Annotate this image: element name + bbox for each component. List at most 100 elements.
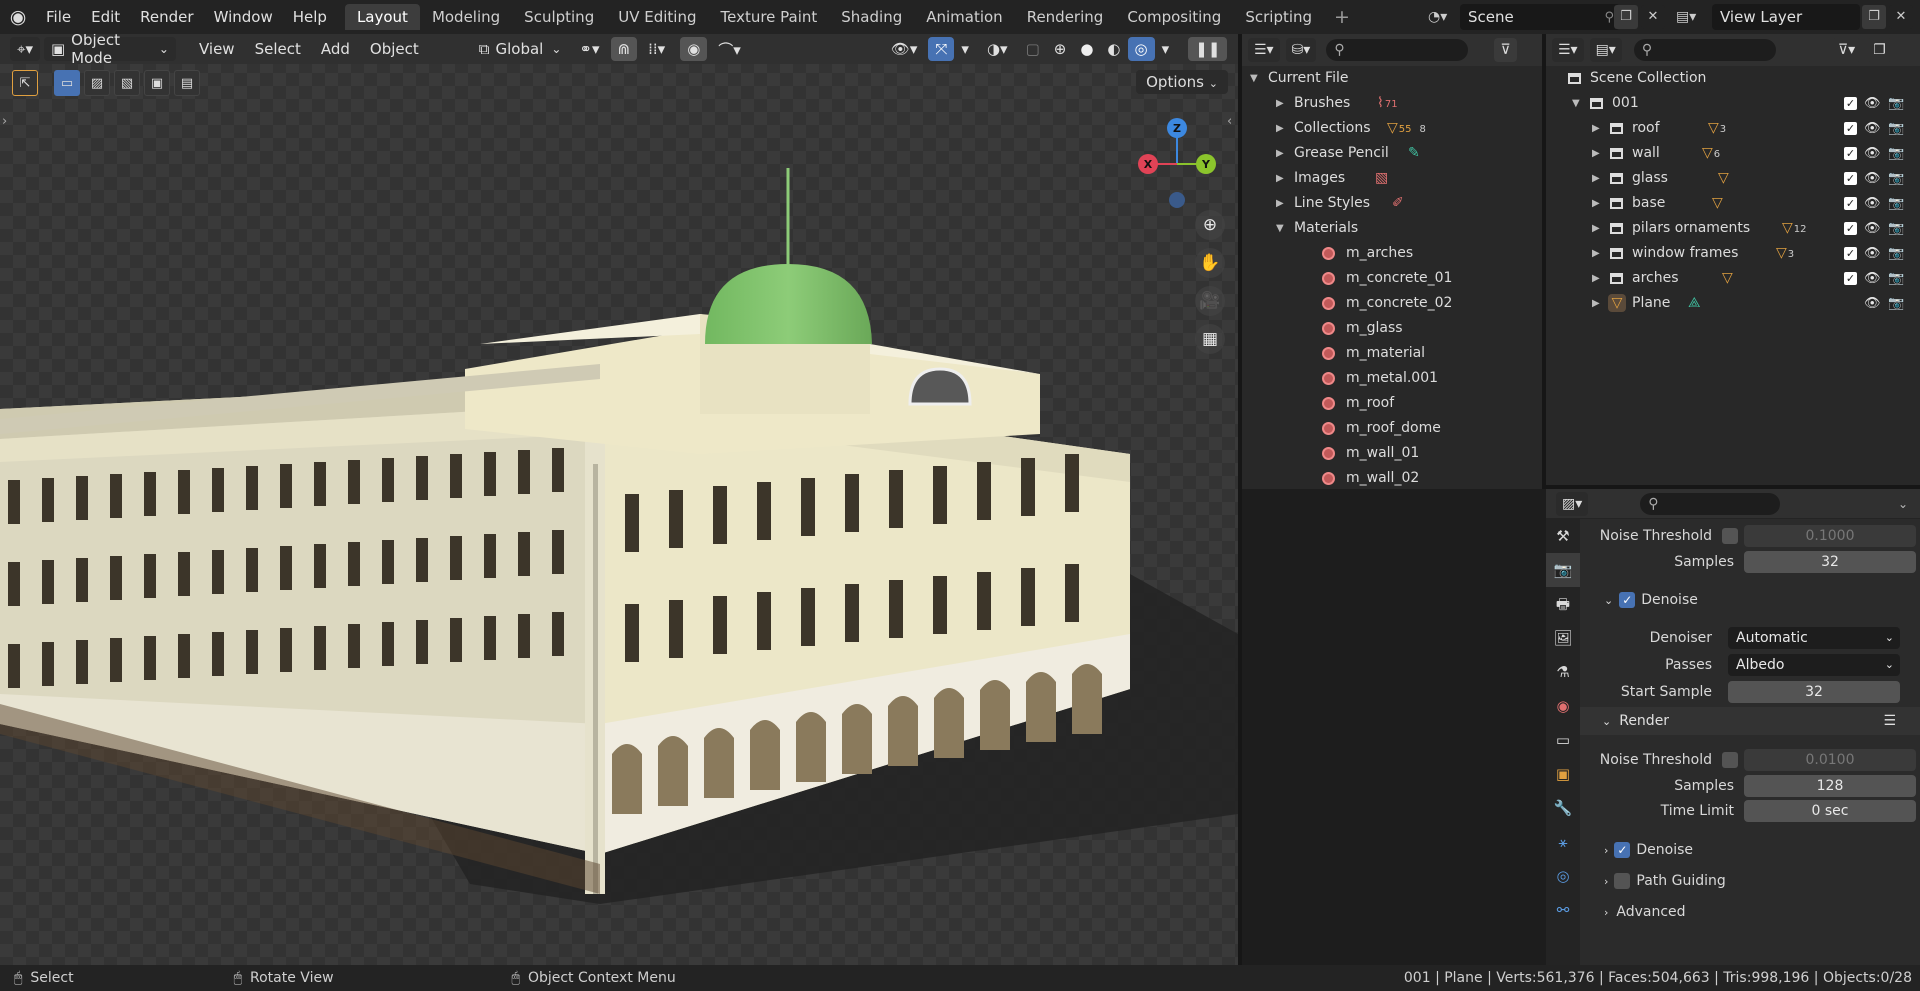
viewport-menu-select[interactable]: Select	[248, 37, 308, 61]
render-noise-threshold-checkbox[interactable]	[1722, 752, 1738, 768]
display-mode-icon[interactable]: ▤▾	[1589, 38, 1622, 62]
display-mode-icon[interactable]: ⛁▾	[1285, 38, 1317, 62]
denoiser-select[interactable]: Automatic ⌄	[1728, 627, 1900, 649]
collection-window-frames[interactable]: ▶ window frames ▽3 ✓ 👁 📷	[1546, 241, 1920, 266]
tab-layout[interactable]: Layout	[344, 4, 420, 30]
datablock-collections[interactable]: ▶ Collections ▽55 8	[1242, 116, 1546, 141]
add-workspace-icon[interactable]: +	[1324, 6, 1360, 28]
material-item[interactable]: m_wall_01	[1242, 441, 1546, 466]
tab-modeling[interactable]: Modeling	[420, 4, 512, 30]
solid-shading-icon[interactable]: ●	[1073, 37, 1100, 61]
options-dropdown[interactable]: Options ⌄	[1136, 70, 1228, 94]
camera-icon[interactable]: 📷	[1888, 91, 1904, 116]
camera-icon[interactable]: 📷	[1888, 241, 1904, 266]
search-input[interactable]: ⚲	[1326, 39, 1469, 61]
camera-icon[interactable]: 📷	[1888, 216, 1904, 241]
select-new-icon[interactable]: ▭	[54, 70, 80, 96]
passes-select[interactable]: Albedo ⌄	[1728, 654, 1900, 676]
visibility-icon[interactable]: 👁▾	[884, 37, 925, 61]
scene-tab-icon[interactable]: ⚗	[1546, 655, 1580, 689]
exclude-checkbox[interactable]: ✓	[1844, 172, 1857, 185]
overlay-icon[interactable]: ◑▾	[980, 37, 1015, 61]
menu-window[interactable]: Window	[204, 0, 283, 34]
select-extend-icon[interactable]: ▨	[84, 70, 110, 96]
new-collection-icon[interactable]: ❐	[1867, 38, 1892, 62]
constraints-tab-icon[interactable]: ⚯	[1546, 893, 1580, 927]
snap-icon[interactable]: ⋒	[610, 37, 638, 61]
tab-sculpting[interactable]: Sculpting	[512, 4, 606, 30]
camera-icon[interactable]: 📷	[1888, 266, 1904, 291]
material-item[interactable]: m_metal.001	[1242, 366, 1546, 391]
delete-scene-icon[interactable]: ✕	[1641, 5, 1665, 29]
path-guiding-subpanel-header[interactable]: › Path Guiding	[1580, 868, 1920, 894]
expand-right-icon[interactable]: ▶	[1592, 216, 1600, 241]
material-item[interactable]: m_wall_02	[1242, 466, 1546, 489]
tab-animation[interactable]: Animation	[914, 4, 1014, 30]
list-icon[interactable]: ☰	[1883, 713, 1896, 729]
select-intersect-icon[interactable]: ▤	[174, 70, 200, 96]
perspective-grid-icon[interactable]: ▦	[1195, 324, 1225, 354]
tab-scripting[interactable]: Scripting	[1233, 4, 1324, 30]
noise-threshold-field[interactable]: 0.1000	[1744, 525, 1916, 547]
orientation-selector[interactable]: ⧉ Global ⌄	[472, 37, 569, 61]
camera-icon[interactable]: 📷	[1888, 141, 1904, 166]
eye-icon[interactable]: 👁	[1864, 266, 1881, 291]
collection-roof[interactable]: ▶ roof ▽3 ✓ 👁 📷	[1546, 116, 1920, 141]
start-sample-field[interactable]: 32	[1728, 681, 1900, 703]
tab-uv-editing[interactable]: UV Editing	[606, 4, 708, 30]
editor-type-icon[interactable]: ⌖▾	[10, 37, 40, 61]
camera-icon[interactable]: 📷	[1888, 291, 1904, 316]
menu-render[interactable]: Render	[130, 0, 203, 34]
eye-icon[interactable]: 👁	[1864, 216, 1881, 241]
expand-right-icon[interactable]: ▶	[1276, 116, 1284, 141]
chevron-down-icon[interactable]: ⌄	[1898, 497, 1908, 511]
shading-options-icon[interactable]: ▾	[1155, 37, 1177, 61]
scene-selector[interactable]: Scene ⚲	[1460, 4, 1620, 30]
particles-tab-icon[interactable]: ⚹	[1546, 825, 1580, 859]
3d-viewport[interactable]: ⌖▾ ▣ Object Mode ⌄ View Select Add Object ⧉ Gl…	[0, 34, 1238, 965]
tab-rendering[interactable]: Rendering	[1015, 4, 1116, 30]
rendered-shading-icon[interactable]: ◎	[1127, 37, 1155, 61]
eye-icon[interactable]: 👁	[1864, 291, 1881, 316]
zoom-icon[interactable]: ⊕	[1195, 210, 1225, 240]
expand-right-icon[interactable]: ▶	[1592, 116, 1600, 141]
denoise-checkbox[interactable]: ✓	[1619, 592, 1636, 608]
scene-collection-row[interactable]: Scene Collection	[1546, 66, 1920, 91]
noise-threshold-checkbox[interactable]	[1722, 528, 1738, 544]
expand-right-icon[interactable]: ▶	[1276, 91, 1284, 116]
denoise2-checkbox[interactable]: ✓	[1614, 842, 1631, 858]
material-item[interactable]: m_concrete_01	[1242, 266, 1546, 291]
expand-right-icon[interactable]: ▶	[1592, 191, 1600, 216]
collection-glass[interactable]: ▶ glass ▽ ✓ 👁 📷	[1546, 166, 1920, 191]
samples-field[interactable]: 32	[1744, 551, 1916, 573]
object-tab-icon[interactable]: ▣	[1546, 757, 1580, 791]
time-limit-field[interactable]: 0 sec	[1744, 800, 1916, 822]
material-shading-icon[interactable]: ◐	[1100, 37, 1127, 61]
material-item[interactable]: m_glass	[1242, 316, 1546, 341]
new-scene-icon[interactable]: ❐	[1614, 5, 1638, 29]
wireframe-shading-icon[interactable]: ⊕	[1047, 37, 1074, 61]
expand-down-icon[interactable]: ▼	[1572, 91, 1580, 116]
editor-type-icon[interactable]: ▨▾	[1556, 491, 1589, 516]
expand-right-icon[interactable]: ▶	[1276, 191, 1284, 216]
collection-arches[interactable]: ▶ arches ▽ ✓ 👁 📷	[1546, 266, 1920, 291]
gizmo-dropdown-icon[interactable]: ▾	[954, 37, 976, 61]
eye-icon[interactable]: 👁	[1864, 191, 1881, 216]
collection-tab-icon[interactable]: ▭	[1546, 723, 1580, 757]
tool-tab-icon[interactable]: ⚒	[1546, 519, 1580, 553]
datablock-materials[interactable]: ▼Materials◍	[1242, 216, 1546, 241]
pin-icon[interactable]: ⚲	[1604, 10, 1614, 25]
collection-001[interactable]: ▼ 001 ✓ 👁 📷	[1546, 91, 1920, 116]
pause-render-icon[interactable]: ❚❚	[1188, 37, 1228, 61]
expand-down-icon[interactable]: ▼	[1250, 66, 1258, 91]
world-tab-icon[interactable]: ◉	[1546, 689, 1580, 723]
render-noise-threshold-field[interactable]: 0.0100	[1744, 749, 1916, 771]
gizmo-toggle-icon[interactable]: ⤧	[928, 37, 955, 61]
material-item[interactable]: m_roof_dome	[1242, 416, 1546, 441]
eye-icon[interactable]: 👁	[1864, 166, 1881, 191]
exclude-checkbox[interactable]: ✓	[1844, 147, 1857, 160]
viewport-menu-add[interactable]: Add	[314, 37, 357, 61]
new-view-layer-icon[interactable]: ❐	[1862, 5, 1886, 29]
select-subtract-icon[interactable]: ▧	[114, 70, 140, 96]
expand-right-icon[interactable]: ▶	[1276, 166, 1284, 191]
